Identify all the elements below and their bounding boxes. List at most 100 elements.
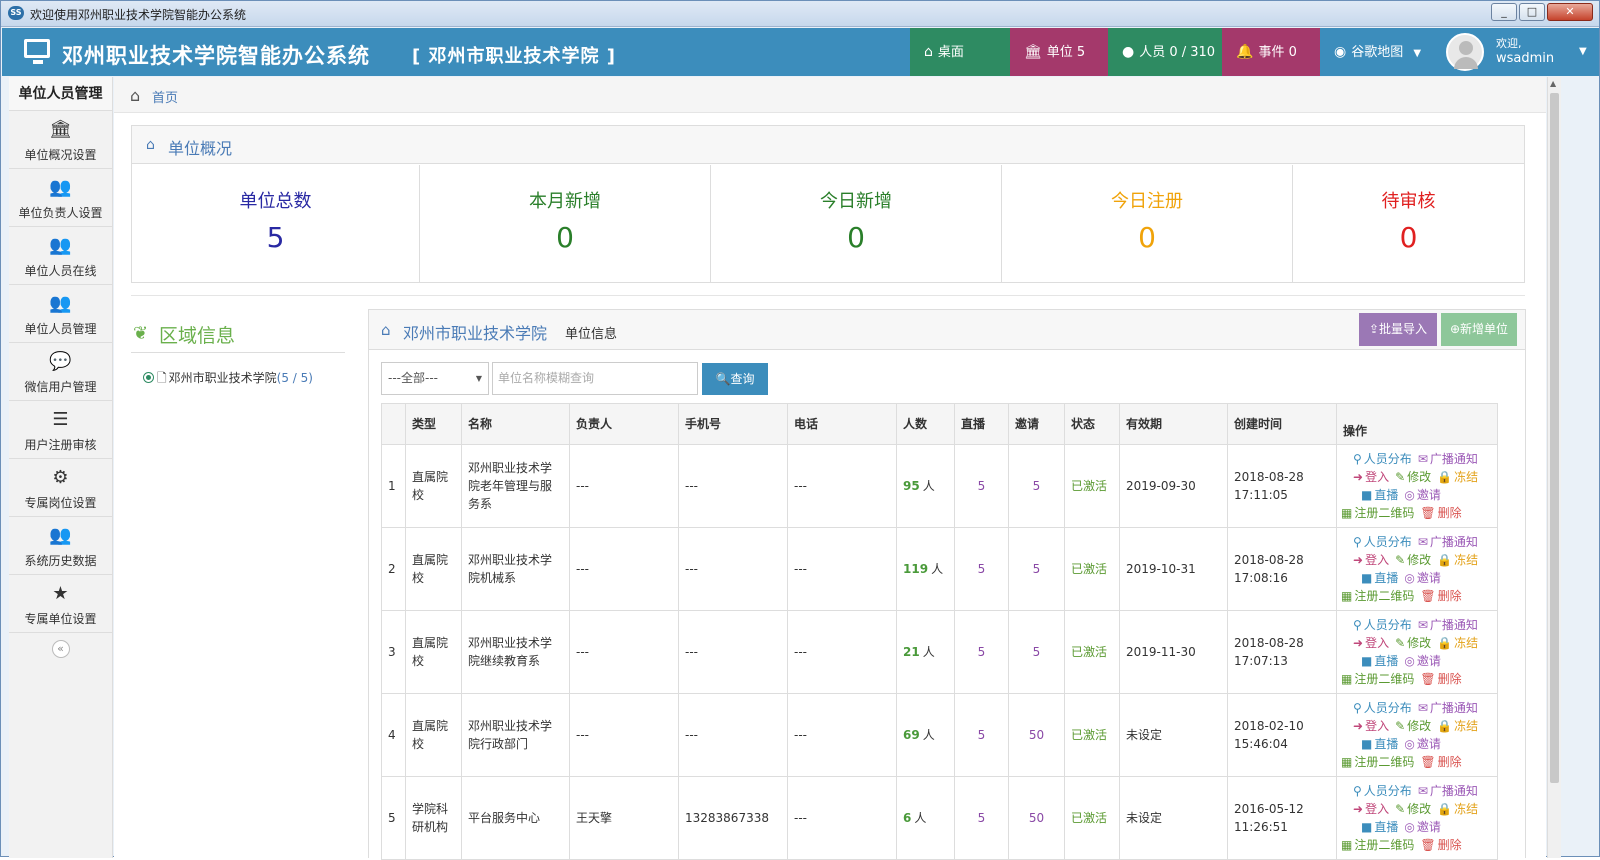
video-icon: ■ [1361,820,1373,834]
map-marker-icon: ⚲ [1353,618,1362,632]
edit-action[interactable]: ✎ 修改 [1395,636,1431,650]
delete-label: 删除 [1437,589,1462,603]
qrcode-action[interactable]: ▦ 注册二维码 [1341,506,1414,520]
invite-action[interactable]: ◎ 邀请 [1404,571,1441,585]
freeze-action[interactable]: 🔒 冻结 [1437,553,1478,567]
unit-name-search-input[interactable]: 单位名称模糊查询 [492,362,698,395]
qrcode-action[interactable]: ▦ 注册二维码 [1341,838,1414,852]
delete-action[interactable]: 🗑 删除 [1420,589,1461,603]
search-placeholder: 单位名称模糊查询 [498,371,595,385]
radio-icon [143,372,154,383]
invite-action[interactable]: ◎ 邀请 [1404,737,1441,751]
bell-icon: 🔔 [1236,44,1254,60]
count-unit: 人 [931,562,944,576]
qrcode-action[interactable]: ▦ 注册二维码 [1341,589,1414,603]
sidebar-item-unit-leader[interactable]: 👥 单位负责人设置 [9,169,112,227]
edit-action[interactable]: ✎ 修改 [1395,553,1431,567]
edit-action[interactable]: ✎ 修改 [1395,719,1431,733]
invite-action[interactable]: ◎ 邀请 [1404,654,1441,668]
sidebar-item-posts[interactable]: ⚙ 专属岗位设置 [9,459,112,517]
qrcode-icon: ▦ [1341,589,1353,603]
live-action[interactable]: ■ 直播 [1361,820,1398,834]
freeze-label: 冻结 [1454,553,1479,567]
sidebar-item-history[interactable]: 👥 系统历史数据 [9,517,112,575]
nav-map[interactable]: ◉ 谷歌地图 ▼ [1320,28,1434,76]
edit-action[interactable]: ✎ 修改 [1395,802,1431,816]
distribution-action[interactable]: ⚲ 人员分布 [1353,618,1412,632]
qrcode-action[interactable]: ▦ 注册二维码 [1341,672,1414,686]
sidebar-item-unit-overview[interactable]: 🏛 单位概况设置 [9,111,112,169]
area-tree-node[interactable]: 🗋 邓州市职业技术学院(5 / 5) [143,369,313,390]
vertical-scrollbar[interactable]: ▲ [1547,77,1561,858]
sidebar-item-wechat[interactable]: 💬 微信用户管理 [9,343,112,401]
invite-action[interactable]: ◎ 邀请 [1404,488,1441,502]
invite-action[interactable]: ◎ 邀请 [1404,820,1441,834]
login-action[interactable]: ➜ 登入 [1353,636,1389,650]
video-icon: ■ [1361,488,1373,502]
scroll-thumb[interactable] [1550,93,1559,783]
edit-action[interactable]: ✎ 修改 [1395,470,1431,484]
user-menu[interactable]: 欢迎, wsadmin ▼ [1434,28,1599,76]
qrcode-label: 注册二维码 [1354,672,1415,686]
broadcast-action[interactable]: ✉ 广播通知 [1418,618,1478,632]
delete-action[interactable]: 🗑 删除 [1420,672,1461,686]
delete-action[interactable]: 🗑 删除 [1420,838,1461,852]
live-action[interactable]: ■ 直播 [1361,654,1398,668]
col-name: 名称 [461,403,570,445]
login-action[interactable]: ➜ 登入 [1353,802,1389,816]
broadcast-action[interactable]: ✉ 广播通知 [1418,784,1478,798]
distribution-action[interactable]: ⚲ 人员分布 [1353,701,1412,715]
sidebar-collapse[interactable]: « [9,633,112,663]
sidebar-item-special-unit[interactable]: ★ 专属单位设置 [9,575,112,633]
cell-created: 2018-08-28 17:07:13 [1227,610,1337,694]
app-icon: SS [8,6,24,20]
minimize-button[interactable]: _ [1491,3,1517,21]
sign-in-icon: ➜ [1353,636,1364,650]
cell-count: 69 人 [896,693,955,777]
close-button[interactable]: ✕ [1547,3,1593,21]
login-action[interactable]: ➜ 登入 [1353,470,1389,484]
add-unit-button[interactable]: ⊕新增单位 [1441,313,1517,346]
batch-import-button[interactable]: ⇪批量导入 [1359,313,1437,346]
broadcast-action[interactable]: ✉ 广播通知 [1418,701,1478,715]
distribution-label: 人员分布 [1363,535,1412,549]
live-action[interactable]: ■ 直播 [1361,488,1398,502]
freeze-action[interactable]: 🔒 冻结 [1437,719,1478,733]
broadcast-action[interactable]: ✉ 广播通知 [1418,452,1478,466]
nav-event[interactable]: 🔔 事件 0 [1222,28,1320,76]
delete-label: 删除 [1437,506,1462,520]
live-action[interactable]: ■ 直播 [1361,737,1398,751]
edit-icon: ✎ [1395,470,1406,484]
nav-desk[interactable]: ⌂ 桌面 [910,28,1010,76]
broadcast-action[interactable]: ✉ 广播通知 [1418,535,1478,549]
query-button[interactable]: 🔍查询 [702,363,768,395]
delete-action[interactable]: 🗑 删除 [1420,755,1461,769]
sidebar-item-online[interactable]: 👥 单位人员在线 [9,227,112,285]
sidebar-item-staff[interactable]: 👥 单位人员管理 [9,285,112,343]
sign-in-icon: ➜ [1353,553,1364,567]
window-title: 欢迎使用邓州职业技术学院智能办公系统 [30,8,247,22]
distribution-action[interactable]: ⚲ 人员分布 [1353,452,1412,466]
delete-action[interactable]: 🗑 删除 [1420,506,1461,520]
freeze-label: 冻结 [1454,802,1479,816]
nav-unit[interactable]: 🏛 单位 5 [1010,28,1108,76]
login-action[interactable]: ➜ 登入 [1353,719,1389,733]
cell-mobile: --- [678,693,788,777]
freeze-action[interactable]: 🔒 冻结 [1437,636,1478,650]
live-action[interactable]: ■ 直播 [1361,571,1398,585]
qrcode-action[interactable]: ▦ 注册二维码 [1341,755,1414,769]
sidebar-item-label: 用户注册审核 [24,438,97,452]
cell-name: 邓州职业技术学院行政部门 [461,693,570,777]
distribution-action[interactable]: ⚲ 人员分布 [1353,535,1412,549]
maximize-button[interactable]: □ [1519,3,1545,21]
sidebar-item-register-review[interactable]: ☰ 用户注册审核 [9,401,112,459]
freeze-action[interactable]: 🔒 冻结 [1437,802,1478,816]
divider [131,295,1525,296]
distribution-action[interactable]: ⚲ 人员分布 [1353,784,1412,798]
login-action[interactable]: ➜ 登入 [1353,553,1389,567]
col-status: 状态 [1064,403,1120,445]
breadcrumb-home[interactable]: 首页 [152,87,178,106]
type-select[interactable]: ---全部--- ▼ [381,362,489,395]
nav-people[interactable]: ● 人员 0 / 310 [1108,28,1222,76]
freeze-action[interactable]: 🔒 冻结 [1437,470,1478,484]
